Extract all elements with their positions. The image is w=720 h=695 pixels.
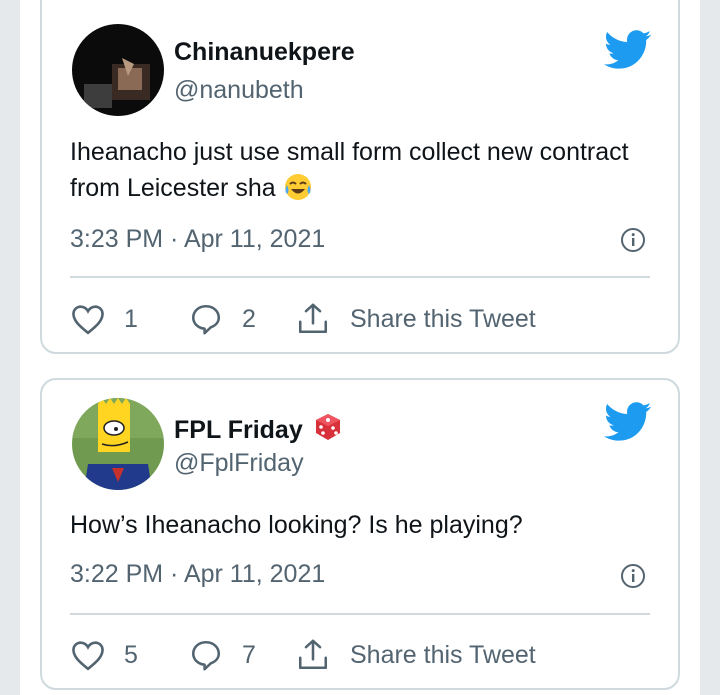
tweet-text: How’s Iheanacho looking? Is he playing? — [70, 511, 523, 539]
like-button[interactable]: 5 — [70, 635, 138, 675]
share-button[interactable]: Share this Tweet — [296, 635, 536, 675]
share-label: Share this Tweet — [350, 640, 536, 669]
page: Chinanuekpere @nanubeth Iheanacho just u… — [0, 0, 720, 695]
share-upload-icon — [296, 637, 330, 673]
tweet-text-content: Iheanacho just use small form collect ne… — [70, 138, 629, 202]
tweet-card[interactable]: FPL Friday @FplFriday How’s Iheanacho lo… — [40, 378, 680, 690]
reply-button[interactable]: 2 — [188, 299, 256, 339]
left-gutter — [0, 0, 20, 695]
tweet-actions: 1 2 Share this Tweet — [70, 299, 650, 339]
info-icon[interactable] — [620, 563, 646, 589]
tweet-actions: 5 7 Share this Tweet — [70, 635, 650, 675]
reply-button[interactable]: 7 — [188, 635, 256, 675]
right-gutter — [700, 0, 720, 695]
tweet-text: Iheanacho just use small form collect ne… — [70, 134, 648, 212]
share-upload-icon — [296, 301, 330, 337]
display-name[interactable]: Chinanuekpere — [174, 38, 355, 67]
avatar[interactable] — [72, 24, 164, 116]
display-name[interactable]: FPL Friday — [174, 412, 343, 449]
reply-count: 2 — [242, 304, 256, 333]
share-button[interactable]: Share this Tweet — [296, 299, 536, 339]
like-count: 5 — [124, 640, 138, 669]
tweet-timestamp[interactable]: 3:23 PM · Apr 11, 2021 — [70, 225, 325, 254]
user-handle[interactable]: @FplFriday — [174, 449, 304, 478]
reply-count: 7 — [242, 640, 256, 669]
speech-bubble-icon — [188, 302, 224, 336]
twitter-bird-icon[interactable] — [604, 402, 652, 442]
twitter-bird-icon[interactable] — [604, 30, 652, 70]
divider — [70, 276, 650, 278]
divider — [70, 613, 650, 615]
dice-icon — [313, 412, 343, 449]
speech-bubble-icon — [188, 638, 224, 672]
tweet-card[interactable]: Chinanuekpere @nanubeth Iheanacho just u… — [40, 0, 680, 354]
user-handle[interactable]: @nanubeth — [174, 76, 304, 105]
display-name-text: FPL Friday — [174, 416, 303, 444]
info-icon[interactable] — [620, 227, 646, 253]
face-with-tears-of-joy-icon — [283, 172, 313, 212]
tweet-timestamp[interactable]: 3:22 PM · Apr 11, 2021 — [70, 560, 325, 589]
heart-icon — [70, 639, 106, 671]
like-count: 1 — [124, 304, 138, 333]
share-label: Share this Tweet — [350, 304, 536, 333]
like-button[interactable]: 1 — [70, 299, 138, 339]
heart-icon — [70, 303, 106, 335]
avatar[interactable] — [72, 398, 164, 490]
